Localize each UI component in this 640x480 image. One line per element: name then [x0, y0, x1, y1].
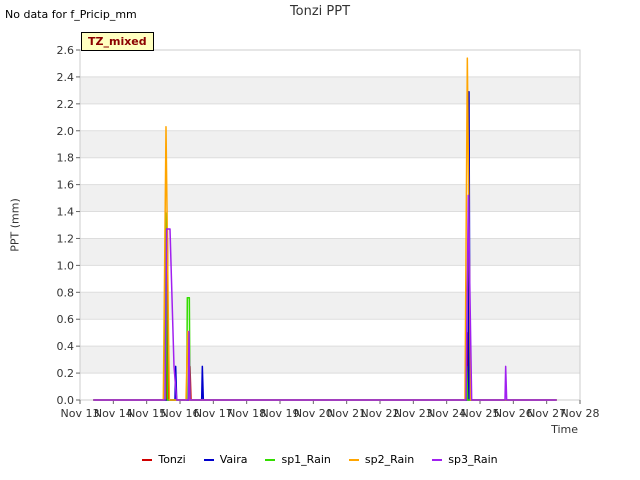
grid-band: [80, 319, 580, 347]
grid-band: [80, 211, 580, 239]
grid-band: [80, 103, 580, 131]
legend-swatch-sp2-rain: [348, 458, 359, 461]
legend-item-sp2-rain: sp2_Rain: [348, 453, 415, 466]
grid-band: [80, 292, 580, 320]
y-tick-label: 0.8: [57, 286, 75, 299]
legend-item-tonzi: Tonzi: [142, 453, 186, 466]
legend-swatch-sp3-rain: [432, 458, 443, 461]
y-tick-label: 2.2: [57, 98, 75, 111]
y-tick-label: 2.6: [57, 44, 75, 57]
legend-item-sp3-rain: sp3_Rain: [432, 453, 498, 466]
legend-item-vaira: Vaira: [203, 453, 248, 466]
y-tick-label: 2.0: [57, 125, 75, 138]
legend-swatch-sp1-rain: [265, 458, 276, 461]
y-tick-label: 1.0: [57, 259, 75, 272]
site-badge: TZ_mixed: [81, 32, 154, 51]
y-tick-label: 0.4: [57, 340, 75, 353]
grid-band: [80, 184, 580, 212]
grid-band: [80, 76, 580, 104]
legend-label-sp2-rain: sp2_Rain: [364, 453, 415, 466]
legend-label-sp3-rain: sp3_Rain: [448, 453, 498, 466]
y-tick-label: 1.6: [57, 179, 75, 192]
legend-label-sp1-rain: sp1_Rain: [281, 453, 331, 466]
y-tick-label: 0.0: [57, 394, 75, 407]
y-tick-label: 1.8: [57, 152, 75, 165]
y-tick-label: 0.2: [57, 367, 75, 380]
grid-band: [80, 265, 580, 293]
x-tick-label: Nov 28: [561, 407, 600, 420]
legend-swatch-tonzi: [142, 458, 153, 461]
grid-band: [80, 130, 580, 158]
y-tick-label: 0.6: [57, 313, 75, 326]
legend-item-sp1-rain: sp1_Rain: [265, 453, 331, 466]
y-tick-label: 1.4: [57, 206, 75, 219]
legend-label-tonzi: Tonzi: [158, 453, 186, 466]
y-tick-label: 2.4: [57, 71, 75, 84]
legend: Tonzi Vaira sp1_Rain sp2_Rain sp3_Rain: [0, 453, 640, 466]
grid-band: [80, 238, 580, 266]
y-tick-label: 1.2: [57, 232, 75, 245]
grid-band: [80, 50, 580, 77]
chart-canvas: 0.0 0.2 0.4 0.6 0.8 1.0 1.2 1.4 1.6 1.8 2.0 2.2 2.4 2…: [57, 44, 600, 420]
grid-band: [80, 157, 580, 185]
legend-label-vaira: Vaira: [219, 453, 248, 466]
legend-swatch-vaira: [203, 458, 214, 461]
